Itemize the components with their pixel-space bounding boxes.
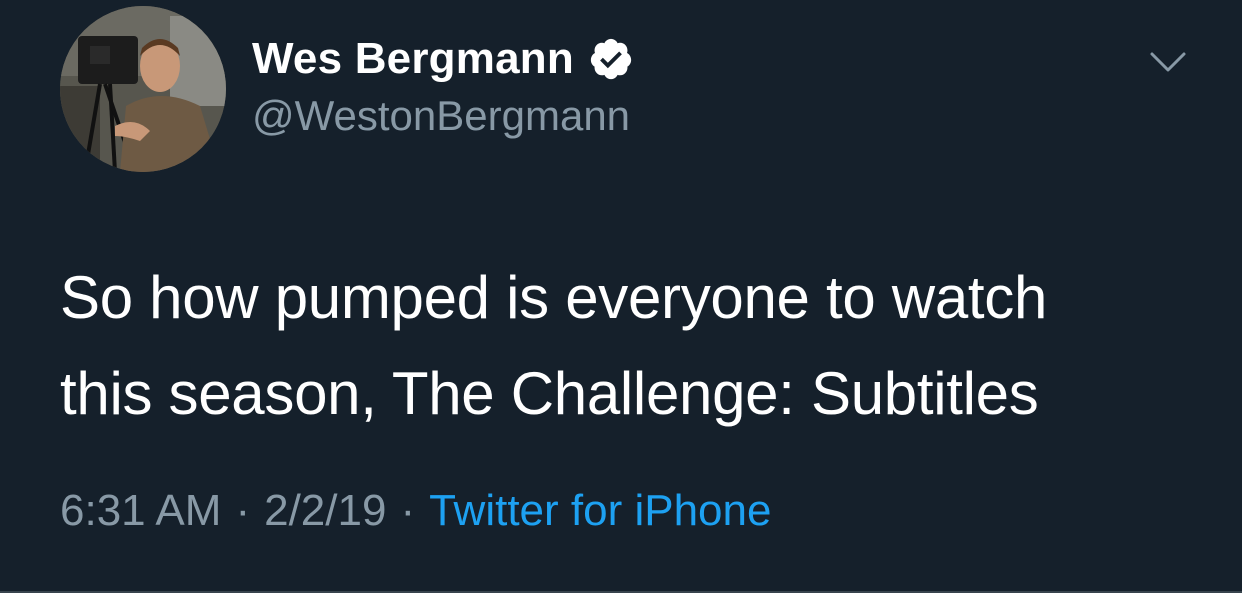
author-handle[interactable]: @WestonBergmann — [252, 92, 630, 140]
tweet-card: Wes Bergmann @WestonBergmann So how pump… — [0, 0, 1242, 593]
tweet-text-line: this season, The Challenge: Subtitles — [60, 360, 1039, 427]
tweet-date[interactable]: 2/2/19 — [264, 486, 386, 535]
tweet-text: So how pumped is everyone to watch this … — [60, 250, 1210, 442]
meta-separator: · — [400, 486, 416, 535]
author-display-name[interactable]: Wes Bergmann — [252, 34, 574, 84]
tweet-source-link[interactable]: Twitter for iPhone — [429, 486, 771, 535]
tweet-time[interactable]: 6:31 AM — [60, 486, 221, 535]
avatar[interactable] — [60, 6, 226, 172]
tweet-meta: 6:31 AM · 2/2/19 · Twitter for iPhone — [60, 486, 771, 536]
profile-photo-icon — [60, 6, 226, 172]
chevron-down-icon[interactable] — [1148, 48, 1188, 76]
meta-separator: · — [235, 486, 251, 535]
author-name-row[interactable]: Wes Bergmann — [252, 30, 634, 88]
verified-badge-icon — [590, 38, 632, 80]
tweet-text-line: So how pumped is everyone to watch — [60, 264, 1048, 331]
